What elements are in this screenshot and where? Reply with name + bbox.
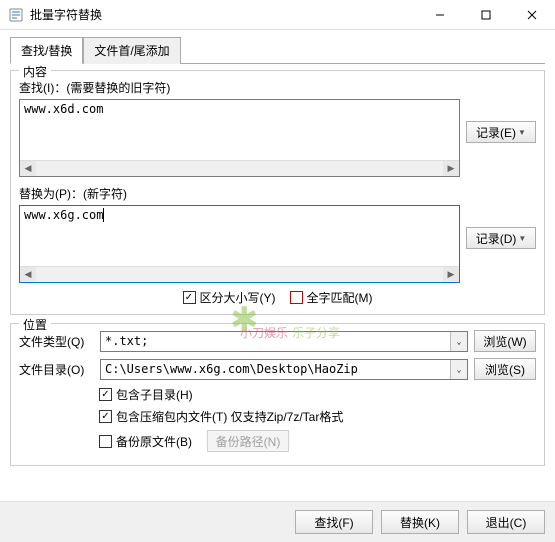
checkbox-checked-icon <box>99 388 112 401</box>
whole-word-checkbox[interactable]: 全字匹配(M) <box>290 289 373 306</box>
button-bar: 查找(F) 替换(K) 退出(C) <box>0 501 555 542</box>
scroll-left-icon[interactable]: ◀ <box>20 267 36 282</box>
browse-w-button[interactable]: 浏览(W) <box>474 330 536 352</box>
maximize-button[interactable] <box>463 0 509 29</box>
window-buttons <box>417 0 555 29</box>
browse-s-button[interactable]: 浏览(S) <box>474 358 536 380</box>
find-textarea[interactable]: www.x6d.com ◀ ▶ <box>19 99 460 177</box>
record-e-button[interactable]: 记录(E)▼ <box>466 121 536 143</box>
minimize-button[interactable] <box>417 0 463 29</box>
scroll-left-icon[interactable]: ◀ <box>20 161 36 176</box>
find-label: 查找(I)：(需要替换的旧字符) <box>19 79 536 96</box>
filedir-value: C:\Users\www.x6g.com\Desktop\HaoZip <box>105 362 358 376</box>
replace-label: 替换为(P)：(新字符) <box>19 185 536 202</box>
filetype-value: *.txt; <box>105 334 148 348</box>
find-value: www.x6d.com <box>24 102 103 116</box>
case-sensitive-checkbox[interactable]: 区分大小写(Y) <box>183 289 276 306</box>
filetype-label: 文件类型(Q) <box>19 333 94 350</box>
replace-value: www.x6g.com <box>24 208 103 222</box>
caret-down-icon: ▼ <box>518 128 526 137</box>
checkbox-unchecked-icon <box>99 435 112 448</box>
checkbox-checked-icon <box>183 291 196 304</box>
chevron-down-icon[interactable]: ⌄ <box>450 360 467 379</box>
backup-path-button: 备份路径(N) <box>207 430 290 452</box>
find-button[interactable]: 查找(F) <box>295 510 373 534</box>
filedir-combo[interactable]: C:\Users\www.x6g.com\Desktop\HaoZip ⌄ <box>100 359 468 380</box>
replace-button[interactable]: 替换(K) <box>381 510 459 534</box>
window-title: 批量字符替换 <box>30 6 417 23</box>
checkbox-checked-icon <box>99 410 112 423</box>
tab-prepend-append[interactable]: 文件首/尾添加 <box>83 37 180 64</box>
content-group: 内容 查找(I)：(需要替换的旧字符) www.x6d.com ◀ ▶ 记录(E… <box>10 70 545 315</box>
filedir-label: 文件目录(O) <box>19 361 94 378</box>
record-d-button[interactable]: 记录(D)▼ <box>466 227 536 249</box>
caret-down-icon: ▼ <box>518 234 526 243</box>
location-group-title: 位置 <box>19 316 51 333</box>
exit-button[interactable]: 退出(C) <box>467 510 545 534</box>
scroll-right-icon[interactable]: ▶ <box>443 267 459 282</box>
include-subdir-checkbox[interactable]: 包含子目录(H) <box>99 386 536 403</box>
checkbox-unchecked-icon <box>290 291 303 304</box>
tabs: 查找/替换 文件首/尾添加 <box>10 36 545 64</box>
chevron-down-icon[interactable]: ⌄ <box>450 332 467 351</box>
replace-textarea[interactable]: www.x6g.com ◀ ▶ <box>19 205 460 283</box>
tab-find-replace[interactable]: 查找/替换 <box>10 37 83 64</box>
replace-hscroll[interactable]: ◀ ▶ <box>20 266 459 282</box>
app-icon <box>8 7 24 23</box>
close-button[interactable] <box>509 0 555 29</box>
backup-checkbox[interactable]: 备份原文件(B) 备份路径(N) <box>99 430 536 452</box>
find-hscroll[interactable]: ◀ ▶ <box>20 160 459 176</box>
filetype-combo[interactable]: *.txt; ⌄ <box>100 331 468 352</box>
titlebar: 批量字符替换 <box>0 0 555 30</box>
scroll-right-icon[interactable]: ▶ <box>443 161 459 176</box>
content-group-title: 内容 <box>19 63 51 80</box>
location-group: 位置 文件类型(Q) *.txt; ⌄ 浏览(W) 文件目录(O) C:\Use… <box>10 323 545 466</box>
include-zip-checkbox[interactable]: 包含压缩包内文件(T) 仅支持Zip/7z/Tar格式 <box>99 408 536 425</box>
